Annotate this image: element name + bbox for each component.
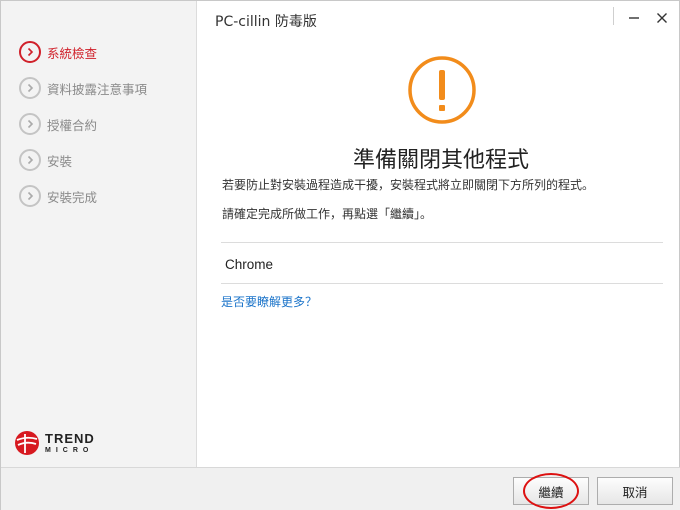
installer-window: 系統檢查 資料披露注意事項 授權合約 安裝 安裝完成 TREND MICRO P…: [0, 0, 680, 510]
logo-text-bottom: MICRO: [45, 447, 94, 454]
window-title: PC-cillin 防毒版: [215, 14, 317, 30]
trend-micro-logo: TREND MICRO: [15, 431, 95, 455]
minimize-icon[interactable]: [623, 7, 645, 29]
highlight-circle: [523, 473, 579, 509]
list-divider-bottom: [221, 283, 663, 284]
step-label: 授權合約: [47, 117, 98, 133]
step-license-agreement: 授權合約: [19, 111, 97, 137]
chevron-right-icon: [19, 113, 41, 135]
chevron-right-icon: [19, 41, 41, 63]
titlebar-divider: [613, 7, 614, 25]
program-list-item: Chrome: [225, 257, 274, 272]
info-message: 若要防止對安裝過程造成干擾，安裝程式將立即關閉下方所列的程式。: [222, 178, 595, 192]
step-label: 系統檢查: [47, 45, 98, 61]
sidebar: 系統檢查 資料披露注意事項 授權合約 安裝 安裝完成 TREND MICRO: [1, 1, 197, 467]
step-label: 資料披露注意事項: [47, 81, 148, 97]
step-install: 安裝: [19, 147, 72, 173]
instruction-message: 請確定完成所做工作，再點選「繼續」。: [222, 207, 433, 221]
step-data-disclosure: 資料披露注意事項: [19, 75, 147, 101]
warning-icon: [407, 55, 477, 125]
step-label: 安裝完成: [47, 189, 98, 205]
close-icon[interactable]: [651, 7, 673, 29]
page-heading: 準備關閉其他程式: [352, 148, 529, 173]
learn-more-link[interactable]: 是否要瞭解更多？: [221, 293, 317, 310]
step-label: 安裝: [47, 153, 73, 169]
logo-text-top: TREND: [45, 431, 95, 446]
trend-micro-ball-icon: [15, 431, 39, 455]
chevron-right-icon: [19, 77, 41, 99]
chevron-right-icon: [19, 149, 41, 171]
list-divider-top: [221, 242, 663, 243]
step-system-check: 系統檢查: [19, 39, 97, 65]
step-install-complete: 安裝完成: [19, 183, 97, 209]
chevron-right-icon: [19, 185, 41, 207]
cancel-button[interactable]: 取消: [597, 477, 673, 505]
